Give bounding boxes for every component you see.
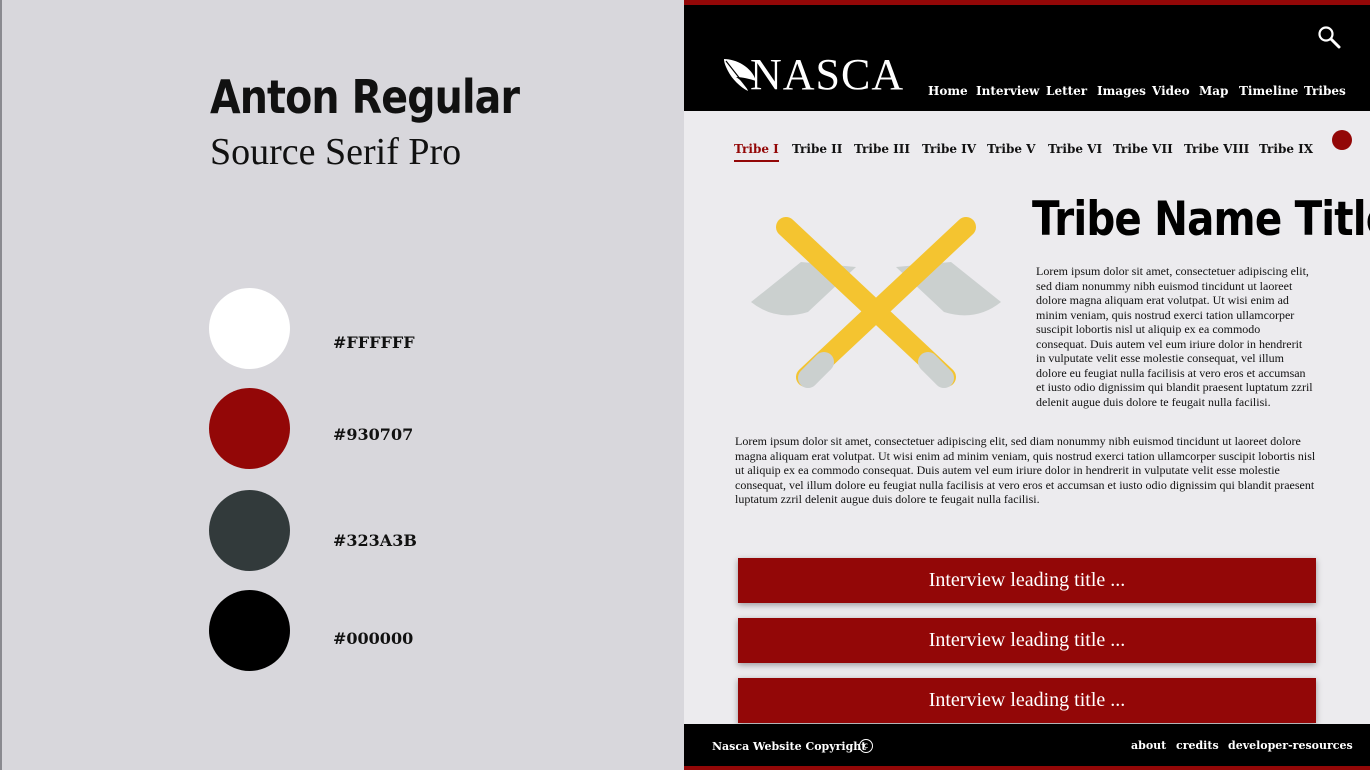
nav-timeline[interactable]: Timeline [1239, 84, 1298, 98]
tab-tribe-5[interactable]: Tribe V [987, 142, 1035, 156]
swatch-charcoal-code: #323A3B [333, 531, 417, 550]
tribe-body-text: Lorem ipsum dolor sit amet, consectetuer… [735, 434, 1316, 506]
tribe-title: Tribe Name Title [1032, 192, 1370, 247]
tab-tribe-4[interactable]: Tribe IV [922, 142, 976, 156]
swatch-charcoal [209, 490, 290, 571]
nav-images[interactable]: Images [1097, 84, 1146, 98]
swatch-red [209, 388, 290, 469]
site-footer: Nasca Website Copyright c about credits … [684, 724, 1370, 770]
tab-tribe-3[interactable]: Tribe III [854, 142, 910, 156]
tab-tribe-6[interactable]: Tribe VI [1048, 142, 1102, 156]
tab-tribe-1[interactable]: Tribe I [734, 142, 779, 162]
footer-link-about[interactable]: about [1131, 739, 1166, 752]
crossed-axes-icon [751, 217, 1001, 388]
heading-font-sample: Anton Regular [210, 70, 520, 124]
copyright-icon: c [859, 739, 873, 753]
tab-tribe-8[interactable]: Tribe VIII [1184, 142, 1249, 156]
indicator-dot [1332, 130, 1352, 150]
nav-home[interactable]: Home [928, 84, 968, 98]
interview-button-1[interactable]: Interview leading title ... [738, 558, 1316, 603]
body-font-sample: Source Serif Pro [210, 131, 462, 173]
style-guide-panel: Anton Regular Source Serif Pro #FFFFFF #… [0, 0, 684, 770]
interview-button-3[interactable]: Interview leading title ... [738, 678, 1316, 723]
website-mockup: NASCA Home Interview Letter Images Video… [684, 0, 1370, 770]
nav-video[interactable]: Video [1152, 84, 1190, 98]
site-header: NASCA Home Interview Letter Images Video… [684, 0, 1370, 111]
logo-text: NASCA [750, 50, 905, 99]
nav-interview[interactable]: Interview [976, 84, 1039, 98]
nav-map[interactable]: Map [1199, 84, 1228, 98]
tab-tribe-7[interactable]: Tribe VII [1113, 142, 1173, 156]
tribe-intro-text: Lorem ipsum dolor sit amet, consectetuer… [1036, 264, 1313, 409]
tab-tribe-9[interactable]: Tribe IX [1259, 142, 1313, 156]
swatch-white-code: #FFFFFF [333, 333, 415, 352]
swatch-black [209, 590, 290, 671]
footer-link-credits[interactable]: credits [1176, 739, 1219, 752]
swatch-black-code: #000000 [333, 629, 414, 648]
search-icon[interactable] [1317, 25, 1341, 49]
nav-letter[interactable]: Letter [1046, 84, 1087, 98]
copyright-text: Nasca Website Copyright [712, 740, 867, 753]
interview-button-2[interactable]: Interview leading title ... [738, 618, 1316, 663]
tab-tribe-2[interactable]: Tribe II [792, 142, 842, 156]
site-logo[interactable]: NASCA [720, 53, 904, 97]
nav-tribes[interactable]: Tribes [1304, 84, 1346, 98]
swatch-white [209, 288, 290, 369]
swatch-red-code: #930707 [333, 425, 414, 444]
footer-link-developer-resources[interactable]: developer-resources [1228, 739, 1353, 752]
